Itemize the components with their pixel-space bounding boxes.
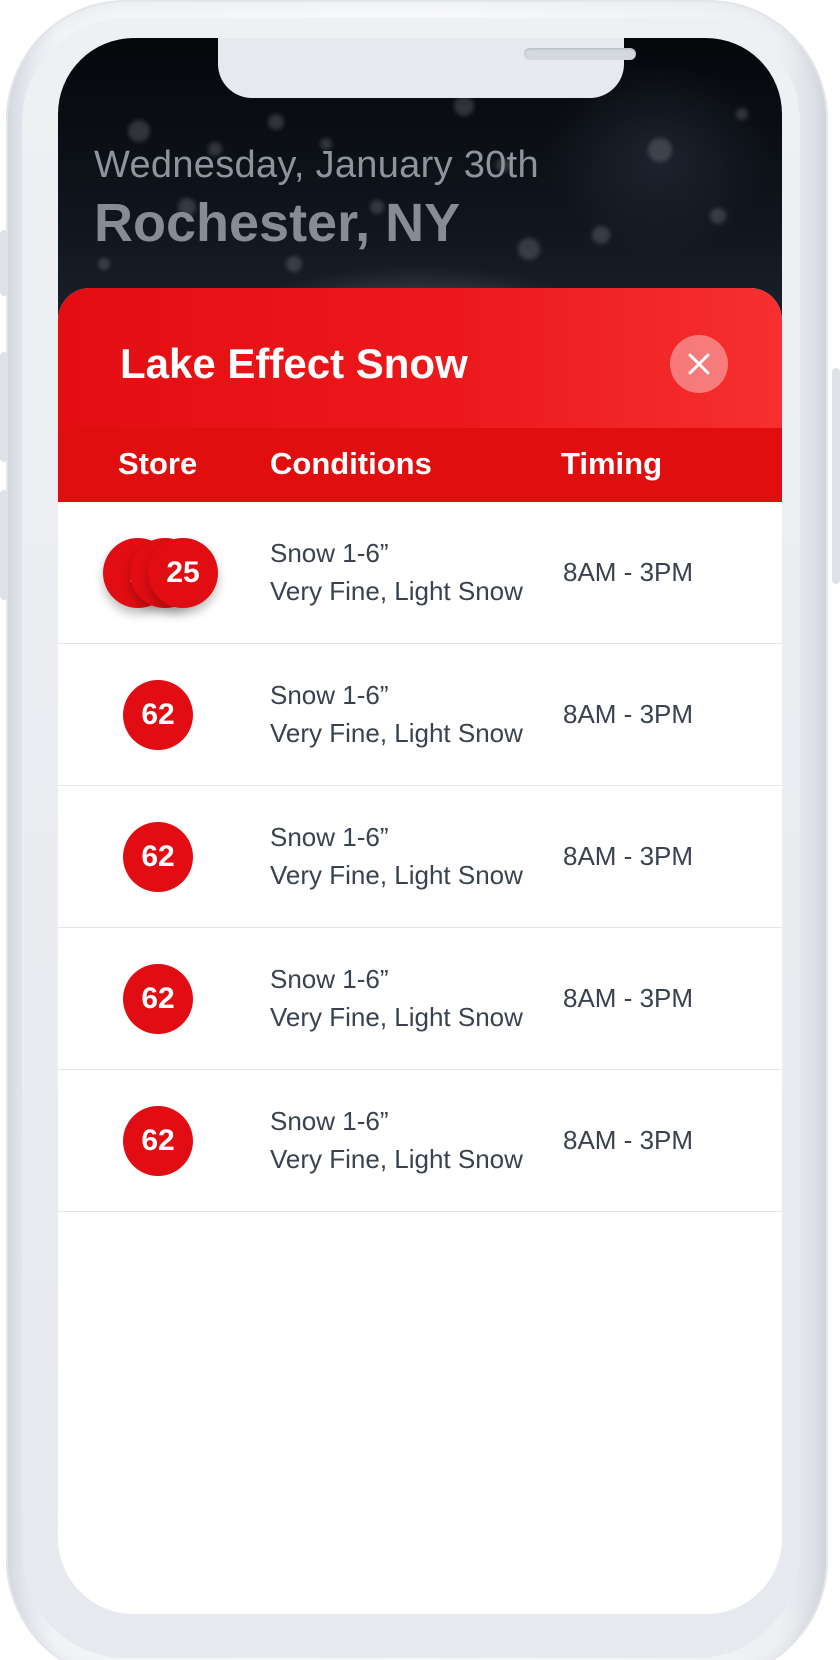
condition-description: Very Fine, Light Snow (270, 1002, 523, 1032)
alert-table-body: 2 2 25 Snow 1-6” Very Fine, Light Snow 8… (58, 502, 782, 1212)
condition-amount: Snow 1-6” (270, 680, 389, 710)
snowflake (648, 138, 672, 162)
condition-amount: Snow 1-6” (270, 964, 389, 994)
snowflake (98, 258, 110, 270)
column-header-timing: Timing (561, 446, 663, 481)
snowflake (128, 120, 150, 142)
condition-description: Very Fine, Light Snow (270, 1144, 523, 1174)
store-badge[interactable]: 62 (123, 680, 193, 750)
condition-amount: Snow 1-6” (270, 538, 389, 568)
store-badge[interactable]: 62 (123, 964, 193, 1034)
timing-value: 8AM - 3PM (563, 1125, 694, 1155)
timing-value: 8AM - 3PM (563, 699, 694, 729)
store-badge[interactable]: 62 (123, 822, 193, 892)
snowflake (736, 108, 748, 120)
timing-value: 8AM - 3PM (563, 557, 694, 587)
close-button[interactable] (670, 335, 728, 393)
location-title: Rochester, NY (94, 193, 461, 253)
table-row[interactable]: 62 Snow 1-6” Very Fine, Light Snow 8AM -… (58, 644, 782, 786)
table-header: Store Conditions Timing (58, 428, 782, 502)
table-row[interactable]: 62 Snow 1-6” Very Fine, Light Snow 8AM -… (58, 1070, 782, 1212)
store-badge[interactable]: 62 (123, 1106, 193, 1176)
condition-amount: Snow 1-6” (270, 822, 389, 852)
volume-up-button (0, 352, 8, 462)
table-row[interactable]: 62 Snow 1-6” Very Fine, Light Snow 8AM -… (58, 928, 782, 1070)
table-row[interactable]: 2 2 25 Snow 1-6” Very Fine, Light Snow 8… (58, 502, 782, 644)
weather-alert-card: Lake Effect Snow Store Conditions Timing… (58, 288, 782, 1614)
snowflake (286, 256, 302, 272)
phone-notch (218, 38, 636, 98)
snowflake (710, 208, 726, 224)
condition-description: Very Fine, Light Snow (270, 576, 523, 606)
snowflake (592, 226, 610, 244)
volume-down-button (0, 490, 8, 600)
timing-value: 8AM - 3PM (563, 983, 694, 1013)
table-row[interactable]: 62 Snow 1-6” Very Fine, Light Snow 8AM -… (58, 786, 782, 928)
date-label: Wednesday, January 30th (94, 144, 539, 186)
condition-description: Very Fine, Light Snow (270, 860, 523, 890)
earpiece-speaker (524, 48, 636, 60)
close-icon (688, 353, 710, 375)
power-button (832, 368, 840, 584)
column-header-conditions: Conditions (270, 446, 432, 481)
app-screen: Wednesday, January 30th Rochester, NY La… (58, 38, 782, 1614)
timing-value: 8AM - 3PM (563, 841, 694, 871)
snowflake (518, 238, 540, 260)
snowflake (268, 114, 284, 130)
store-badge[interactable]: 25 (148, 538, 218, 608)
snowflake (454, 96, 474, 116)
mute-switch (0, 230, 8, 296)
column-header-store: Store (118, 446, 198, 481)
condition-description: Very Fine, Light Snow (270, 718, 523, 748)
condition-amount: Snow 1-6” (270, 1106, 389, 1136)
alert-title: Lake Effect Snow (120, 340, 468, 387)
alert-header: Lake Effect Snow (58, 288, 782, 428)
